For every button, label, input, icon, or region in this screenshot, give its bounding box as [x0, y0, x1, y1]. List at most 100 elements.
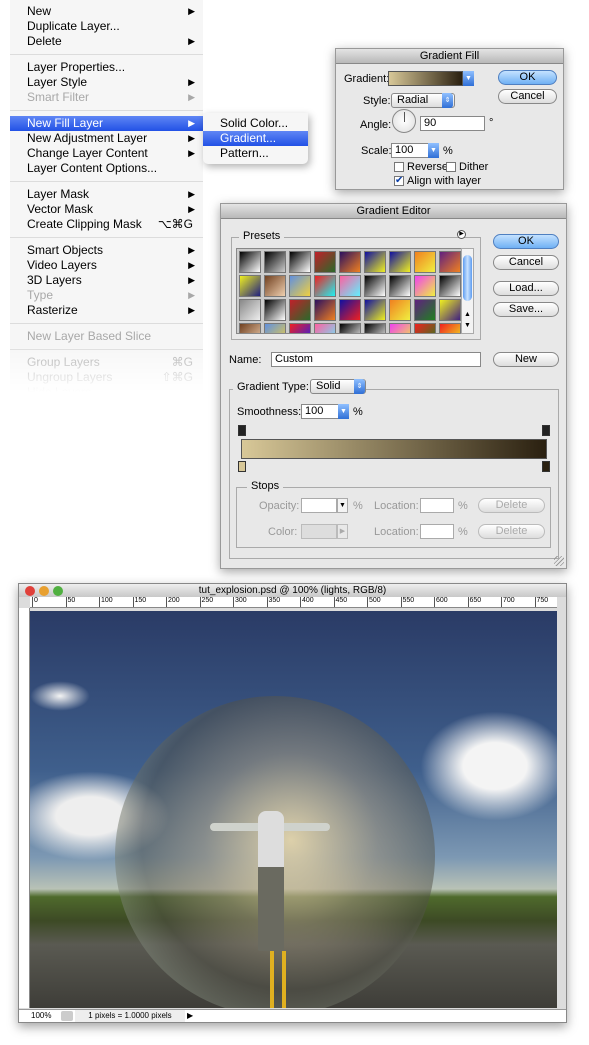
- dither-checkbox[interactable]: [446, 162, 456, 172]
- ok-button[interactable]: OK: [493, 234, 559, 249]
- gradient-preset-swatch[interactable]: [289, 275, 311, 297]
- delete-color-stop-button[interactable]: Delete: [478, 524, 545, 539]
- gradient-preset-swatch[interactable]: [339, 323, 361, 333]
- scroll-down-arrow-icon[interactable]: ▼: [464, 322, 471, 329]
- opacity-input[interactable]: [301, 498, 337, 513]
- align-checkbox[interactable]: ✔: [394, 176, 404, 186]
- angle-dial[interactable]: [392, 109, 416, 133]
- color-swatch[interactable]: [301, 524, 337, 539]
- opacity-location-input[interactable]: [420, 498, 454, 513]
- opacity-dropdown-arrow[interactable]: ▼: [337, 498, 348, 513]
- presets-menu-icon[interactable]: ▶: [457, 230, 466, 239]
- gradient-preset-swatch[interactable]: [264, 251, 286, 273]
- gradient-preset-swatch[interactable]: [414, 251, 436, 273]
- gradient-preset-swatch[interactable]: [364, 323, 386, 333]
- vertical-ruler[interactable]: [19, 608, 30, 1008]
- quick-mask-icon[interactable]: [61, 1011, 73, 1021]
- cancel-button[interactable]: Cancel: [493, 255, 559, 270]
- menu-item[interactable]: Video Layers ▶: [10, 258, 203, 273]
- menu-item[interactable]: New ▶: [10, 4, 203, 19]
- gradient-preset-swatch[interactable]: [439, 299, 461, 321]
- menu-item[interactable]: Create Clipping Mask ⌥⌘G: [10, 217, 203, 232]
- gradient-preset-swatch[interactable]: [289, 251, 311, 273]
- gradient-preset-swatch[interactable]: [289, 323, 311, 333]
- gradient-preset-swatch[interactable]: [364, 299, 386, 321]
- gradient-preset-swatch[interactable]: [439, 323, 461, 333]
- submenu-item[interactable]: Solid Color...: [203, 116, 308, 131]
- submenu-item[interactable]: Pattern...: [203, 146, 308, 161]
- gradient-preset-swatch[interactable]: [339, 275, 361, 297]
- menu-item[interactable]: Duplicate Layer...: [10, 19, 203, 34]
- gradient-preset-swatch[interactable]: [439, 275, 461, 297]
- menu-item[interactable]: Layer Style ▶: [10, 75, 203, 90]
- gradient-preset-swatch[interactable]: [439, 251, 461, 273]
- gradient-preset-swatch[interactable]: [239, 251, 261, 273]
- gradient-preset-swatch[interactable]: [289, 299, 311, 321]
- canvas-image[interactable]: [30, 611, 557, 1008]
- gradient-preset-swatch[interactable]: [414, 275, 436, 297]
- gradient-preset-swatch[interactable]: [389, 275, 411, 297]
- zoom-level[interactable]: 100%: [31, 1010, 51, 1022]
- menu-item[interactable]: Layer Properties...: [10, 60, 203, 75]
- submenu-item[interactable]: Gradient...: [203, 131, 308, 146]
- new-button[interactable]: New: [493, 352, 559, 367]
- gradient-preset-swatch[interactable]: [264, 323, 286, 333]
- menu-item[interactable]: Smart Objects ▶: [10, 243, 203, 258]
- scale-dropdown-arrow[interactable]: ▼: [428, 143, 439, 158]
- presets-scrollbar[interactable]: ▲ ▼: [461, 248, 474, 334]
- gradient-preset-swatch[interactable]: [314, 323, 336, 333]
- cancel-button[interactable]: Cancel: [498, 89, 557, 104]
- menu-item[interactable]: Layer Content Options...: [10, 161, 203, 176]
- gradient-preset-swatch[interactable]: [364, 275, 386, 297]
- menu-item[interactable]: Smart Filter ▶: [10, 90, 203, 105]
- menu-item[interactable]: New Adjustment Layer ▶: [10, 131, 203, 146]
- gradient-preset-swatch[interactable]: [239, 299, 261, 321]
- color-menu-arrow-icon[interactable]: ▶: [337, 524, 348, 539]
- ok-button[interactable]: OK: [498, 70, 557, 85]
- color-stop-right[interactable]: [542, 461, 550, 472]
- gradient-preset-swatch[interactable]: [339, 251, 361, 273]
- angle-input[interactable]: 90: [420, 116, 485, 131]
- gradient-picker[interactable]: [388, 71, 463, 86]
- menu-item[interactable]: Ungroup Layers ⇧⌘G: [10, 370, 203, 385]
- gradient-preset-swatch[interactable]: [364, 251, 386, 273]
- gradient-preset-swatch[interactable]: [264, 299, 286, 321]
- menu-item[interactable]: Vector Mask ▶: [10, 202, 203, 217]
- menu-item[interactable]: Rasterize ▶: [10, 303, 203, 318]
- gradient-dropdown-arrow[interactable]: ▼: [463, 71, 474, 86]
- gradient-preset-swatch[interactable]: [264, 275, 286, 297]
- menu-item[interactable]: Hide Layers: [10, 385, 203, 400]
- smoothness-dropdown-arrow[interactable]: ▼: [338, 404, 349, 419]
- menu-item[interactable]: Group Layers ⌘G: [10, 355, 203, 370]
- menu-item[interactable]: New Layer Based Slice: [10, 329, 203, 344]
- save-button[interactable]: Save...: [493, 302, 559, 317]
- menu-item[interactable]: Change Layer Content ▶: [10, 146, 203, 161]
- color-location-input[interactable]: [420, 524, 454, 539]
- gradient-preset-swatch[interactable]: [414, 323, 436, 333]
- color-stop-left[interactable]: [238, 461, 246, 472]
- reverse-checkbox[interactable]: [394, 162, 404, 172]
- gradient-preset-swatch[interactable]: [314, 275, 336, 297]
- horizontal-ruler[interactable]: 0 50 100 150 200 250 300 350 400 450 500 550 600 650 7…: [30, 597, 557, 608]
- opacity-stop-right[interactable]: [542, 425, 550, 436]
- status-menu-arrow-icon[interactable]: ▶: [187, 1010, 193, 1022]
- gradient-preset-swatch[interactable]: [339, 299, 361, 321]
- scrollbar-thumb[interactable]: [463, 255, 472, 301]
- gradient-preset-swatch[interactable]: [239, 323, 261, 333]
- name-input[interactable]: Custom: [271, 352, 481, 367]
- menu-item[interactable]: Delete ▶: [10, 34, 203, 49]
- menu-item[interactable]: Layer Mask ▶: [10, 187, 203, 202]
- menu-item[interactable]: 3D Layers ▶: [10, 273, 203, 288]
- scale-input[interactable]: 100: [391, 143, 429, 158]
- delete-opacity-stop-button[interactable]: Delete: [478, 498, 545, 513]
- gradient-preset-swatch[interactable]: [389, 299, 411, 321]
- opacity-stop-left[interactable]: [238, 425, 246, 436]
- menu-item[interactable]: New Fill Layer ▶: [10, 116, 203, 131]
- gradient-preset-swatch[interactable]: [314, 299, 336, 321]
- gradient-bar[interactable]: [241, 439, 547, 459]
- load-button[interactable]: Load...: [493, 281, 559, 296]
- gradient-preset-swatch[interactable]: [389, 323, 411, 333]
- resize-grip[interactable]: [554, 556, 564, 566]
- menu-item[interactable]: Type ▶: [10, 288, 203, 303]
- gradient-preset-swatch[interactable]: [239, 275, 261, 297]
